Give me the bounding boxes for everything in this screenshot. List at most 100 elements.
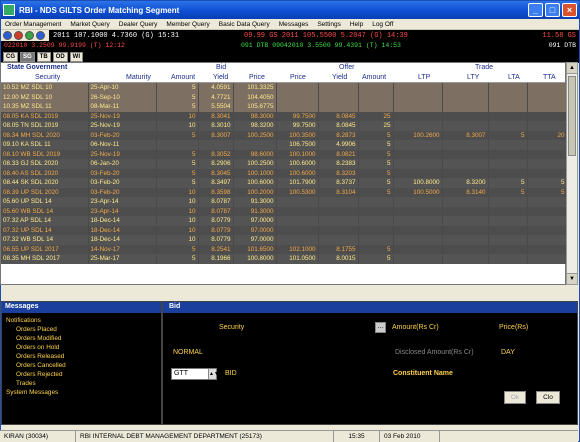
table-row[interactable]: 08.40 AS SDL 2020 03-Feb-20 5 8.3045 100.100… <box>1 168 568 178</box>
tab-wi[interactable]: WI <box>69 51 84 62</box>
menu-settings[interactable]: Settings <box>317 21 341 28</box>
menu-messages[interactable]: Messages <box>279 21 309 28</box>
table-cell: 8.2873 <box>318 130 359 140</box>
close-bid-button[interactable]: Clo <box>536 391 560 404</box>
menu-help[interactable]: Help <box>350 21 363 28</box>
table-row[interactable]: 07.32 UP SDL 14 18-Dec-14 10 8.0779 97.0000 <box>1 225 568 235</box>
table-row[interactable]: 10.52 MZ SDL 10 25-Apr-10 5 4.0591 101.3325 <box>1 83 568 93</box>
table-row[interactable]: 07.32 WB SDL 14 18-Dec-14 10 8.0779 97.0000 <box>1 235 568 245</box>
col-security[interactable]: Security <box>35 74 60 81</box>
toolbar-icons <box>1 30 49 41</box>
table-row[interactable]: 12.00 MZ SDL 10 26-Sep-10 5 4.7721 104.4050 <box>1 92 568 102</box>
table-cell <box>488 140 528 150</box>
menu-log-off[interactable]: Log Off <box>372 21 393 28</box>
table-cell: 08.40 AS SDL 2020 <box>1 168 89 178</box>
refresh-icon[interactable] <box>25 31 34 40</box>
ok-button[interactable]: Ok <box>504 391 526 404</box>
col-ltp[interactable]: LTP <box>418 74 430 81</box>
table-cell: 4.9906 <box>318 140 359 150</box>
table-cell: 18-Dec-14 <box>88 235 157 245</box>
trade-group-label: Trade <box>475 64 494 71</box>
status-date: 03 Feb 2010 <box>380 431 440 442</box>
table-row[interactable]: 08.44 SK SDL 2020 03-Feb-20 5 8.3497 100.600… <box>1 178 568 188</box>
message-tree-item[interactable]: Orders on Hold <box>6 343 157 352</box>
message-tree-item[interactable]: Orders Rejected <box>6 370 157 379</box>
table-cell: 18-Dec-14 <box>88 216 157 226</box>
table-cell: 09.10 KA SDL 11 <box>1 140 89 150</box>
col-lta[interactable]: LTA <box>508 74 520 81</box>
table-cell: 100.6000 <box>233 178 277 188</box>
security-lookup-button[interactable]: … <box>375 322 386 333</box>
menu-order-management[interactable]: Order Management <box>5 21 61 28</box>
message-tree-item[interactable]: System Messages <box>6 388 157 397</box>
table-cell <box>276 102 319 112</box>
table-row[interactable]: 08.39 UP SDL 2020 03-Feb-20 10 8.3598 100.20… <box>1 187 568 197</box>
col-maturity[interactable]: Maturity <box>126 74 151 81</box>
table-row[interactable]: 08.33 GJ SDL 2020 06-Jan-20 5 8.2906 100.250… <box>1 159 568 169</box>
spinner-icon[interactable]: ▲▼ <box>208 369 219 379</box>
message-tree-item[interactable]: Trades <box>6 379 157 388</box>
table-cell <box>488 102 528 112</box>
table-row[interactable]: 10.35 MZ SDL 11 08-Mar-11 5 5.5504 105.6775 <box>1 102 568 112</box>
table-cell: 08.34 MH SDL 2020 <box>1 130 89 140</box>
scroll-thumb[interactable] <box>568 76 576 156</box>
menu-member-query[interactable]: Member Query <box>166 21 209 28</box>
table-row[interactable]: 05.60 UP SDL 14 23-Apr-14 10 8.0787 91.3000 <box>1 197 568 207</box>
table-cell <box>276 216 319 226</box>
table-cell <box>442 216 489 226</box>
menu-basic-data-query[interactable]: Basic Data Query <box>219 21 270 28</box>
table-row[interactable]: 05.60 WB SDL 14 23-Apr-14 10 8.0787 91.3000 <box>1 206 568 216</box>
table-cell: 05.60 UP SDL 14 <box>1 197 89 207</box>
table-row[interactable]: 09.10 KA SDL 11 06-Nov-11 106.7500 4.9906 5 <box>1 140 568 150</box>
scroll-down-icon[interactable]: ▼ <box>567 273 577 284</box>
table-row[interactable]: 07.32 AP SDL 14 18-Dec-14 10 8.0779 97.0000 <box>1 216 568 226</box>
validity-select[interactable]: GTT ▲▼ <box>171 368 219 380</box>
tab-cg[interactable]: CG <box>3 51 18 62</box>
add-icon[interactable] <box>3 31 12 40</box>
table-row[interactable]: 06.55 UP SDL 2017 14-Nov-17 5 8.2541 101.650… <box>1 244 568 254</box>
col-offer-amount[interactable]: Amount <box>362 74 386 81</box>
tab-sg[interactable]: SG <box>20 51 35 62</box>
table-cell: 8.0779 <box>198 235 234 245</box>
table-cell <box>488 149 528 159</box>
col-offer-price[interactable]: Price <box>290 74 306 81</box>
table-cell: 100.6000 <box>276 168 319 178</box>
scroll-up-icon[interactable]: ▲ <box>567 63 577 74</box>
table-row[interactable]: 08.05 KA SDL 2019 25-Nov-19 10 8.3041 98.300… <box>1 111 568 121</box>
menu-dealer-query[interactable]: Dealer Query <box>119 21 158 28</box>
grid-vertical-scrollbar[interactable]: ▲ ▼ <box>566 62 578 285</box>
table-row[interactable]: 08.34 MH SDL 2020 03-Feb-20 5 8.3007 100.250… <box>1 130 568 140</box>
table-row[interactable]: 08.05 TN SDL 2019 25-Nov-19 10 8.3010 98.320… <box>1 121 568 131</box>
table-cell: 03-Feb-20 <box>88 187 157 197</box>
col-offer-yield[interactable]: Yield <box>332 74 347 81</box>
message-tree-item[interactable]: Orders Modified <box>6 334 157 343</box>
minimize-button[interactable]: _ <box>528 3 543 17</box>
table-cell <box>393 149 443 159</box>
table-cell <box>442 83 489 93</box>
table-cell <box>318 225 359 235</box>
message-tree-item[interactable]: Orders Placed <box>6 325 157 334</box>
table-cell <box>393 206 443 216</box>
table-cell: 97.0000 <box>233 235 277 245</box>
col-bid-yield[interactable]: Yield <box>213 74 228 81</box>
maximize-button[interactable]: □ <box>545 3 560 17</box>
message-tree-item[interactable]: Orders Cancelled <box>6 361 157 370</box>
table-cell <box>527 206 568 216</box>
info-icon[interactable] <box>36 31 45 40</box>
table-row[interactable]: 08.35 MH SDL 2017 25-Mar-17 5 8.1966 100.800… <box>1 254 568 264</box>
table-cell: 08.39 UP SDL 2020 <box>1 187 89 197</box>
table-row[interactable]: 08.10 WB SDL 2019 25-Nov-19 5 8.3052 98.6000… <box>1 149 568 159</box>
menu-market-query[interactable]: Market Query <box>70 21 109 28</box>
table-cell <box>488 235 528 245</box>
col-lty[interactable]: LTY <box>467 74 479 81</box>
col-bid-price[interactable]: Price <box>249 74 265 81</box>
col-bid-amount[interactable]: Amount <box>171 74 195 81</box>
table-cell: 5 <box>358 254 394 264</box>
col-tta[interactable]: TTA <box>543 74 556 81</box>
remove-icon[interactable] <box>14 31 23 40</box>
message-tree-item[interactable]: Notifications <box>6 316 157 325</box>
close-button[interactable]: × <box>562 3 577 17</box>
tab-tb[interactable]: TB <box>36 51 51 62</box>
tab-od[interactable]: OD <box>52 51 68 62</box>
message-tree-item[interactable]: Orders Released <box>6 352 157 361</box>
